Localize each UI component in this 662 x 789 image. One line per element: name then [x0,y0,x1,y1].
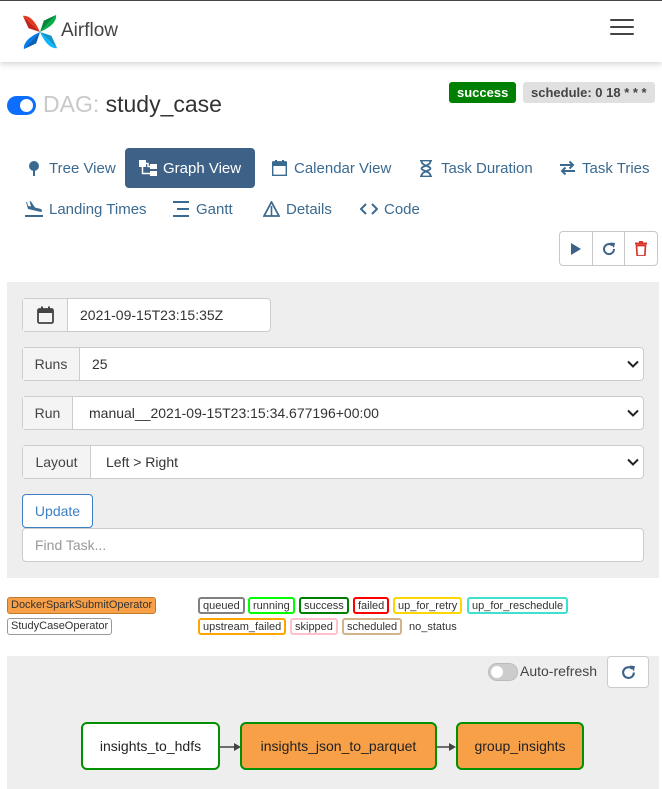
dag-status-badge: success [449,82,517,103]
play-icon [570,242,581,255]
tab-label: Task Tries [582,159,650,177]
layout-select[interactable]: Left > Right [91,446,643,478]
state-upstream-failed[interactable]: upstream_failed [198,618,287,635]
schedule-badge: schedule: 0 18 * * * [523,82,655,103]
calendar-icon [36,306,54,324]
execution-date-input[interactable]: 2021-09-15T23:15:35Z [68,299,270,331]
update-button[interactable]: Update [22,494,93,528]
tab-task-tries[interactable]: Task Tries [554,148,654,188]
state-success[interactable]: success [299,597,349,614]
menu-hamburger-icon[interactable] [610,19,634,37]
execution-date-group: 2021-09-15T23:15:35Z [22,298,271,332]
graph-icon [139,159,157,177]
hourglass-icon [417,159,435,177]
delete-dag-button[interactable] [625,232,657,265]
run-select[interactable]: manual__2021-09-15T23:15:34.677196+00:00 [73,397,643,429]
code-icon [360,200,378,218]
tab-label: Tree View [49,159,116,177]
dag-graph-canvas: Auto-refresh insights_to_hdfs insights_j… [7,656,659,789]
operator-legend-studycase[interactable]: StudyCaseOperator [7,618,113,635]
brand-name[interactable]: Airflow [61,20,118,42]
runs-select[interactable]: 25 [80,348,643,380]
dag-label: DAG: [43,91,100,117]
tab-label: Graph View [163,159,242,177]
tab-landing-times[interactable]: Landing Times [21,189,151,229]
state-up-for-retry[interactable]: up_for_retry [393,597,463,614]
task-node-insights-json-to-parquet[interactable]: insights_json_to_parquet [240,722,437,770]
find-task-input[interactable]: Find Task... [22,528,644,562]
trash-icon [635,241,648,256]
tab-label: Code [384,200,420,218]
tab-details[interactable]: Details [258,189,336,229]
plane-landing-icon [25,200,43,218]
dag-pause-toggle[interactable] [7,96,36,115]
operator-legend-docker[interactable]: DockerSparkSubmitOperator [7,597,157,614]
page-title: DAG: study_case [43,91,222,118]
run-select-group: Run manual__2021-09-15T23:15:34.677196+0… [22,396,644,430]
state-failed[interactable]: failed [353,597,390,614]
run-label: Run [23,397,73,429]
runs-label: Runs [23,348,80,380]
dag-name: study_case [105,91,222,117]
runs-value: 25 [92,356,108,372]
refresh-icon [602,242,615,255]
layout-label: Layout [23,446,91,478]
tab-code[interactable]: Code [356,189,424,229]
tree-icon [25,159,43,177]
tab-label: Details [286,200,332,218]
state-running[interactable]: running [248,597,295,614]
details-triangle-icon [262,200,280,218]
dag-action-group [559,231,658,266]
state-queued[interactable]: queued [198,597,245,614]
state-no-status[interactable]: no_status [404,618,462,635]
tab-label: Gantt [196,200,233,218]
state-skipped[interactable]: skipped [290,618,338,635]
tab-task-duration[interactable]: Task Duration [413,148,537,188]
layout-select-group: Layout Left > Right [22,445,644,479]
tab-label: Landing Times [49,200,147,218]
tab-tree-view[interactable]: Tree View [21,148,120,188]
retry-arrows-icon [558,159,576,177]
graph-controls-panel: 2021-09-15T23:15:35Z Runs 25 Run manual_… [7,282,659,578]
tab-graph-view[interactable]: Graph View [125,148,256,188]
calendar-icon [270,159,288,177]
task-node-insights-to-hdfs[interactable]: insights_to_hdfs [81,722,220,770]
chevron-down-icon [627,409,639,417]
refresh-dag-button[interactable] [593,232,626,265]
airflow-logo-icon[interactable] [21,13,59,51]
tab-gantt[interactable]: Gantt [168,189,237,229]
top-navbar: Airflow [0,0,662,62]
chevron-down-icon [627,360,639,368]
tab-label: Calendar View [294,159,392,177]
task-node-group-insights[interactable]: group_insights [456,722,584,770]
layout-value: Left > Right [106,454,178,470]
chevron-down-icon [627,458,639,466]
trigger-dag-button[interactable] [560,232,593,265]
runs-select-group: Runs 25 [22,347,644,381]
state-up-for-reschedule[interactable]: up_for_reschedule [467,597,569,614]
calendar-addon[interactable] [23,299,68,331]
run-value: manual__2021-09-15T23:15:34.677196+00:00 [89,405,379,421]
gantt-icon [172,200,190,218]
tab-calendar-view[interactable]: Calendar View [266,148,395,188]
state-scheduled[interactable]: scheduled [342,618,403,635]
tab-label: Task Duration [441,159,533,177]
